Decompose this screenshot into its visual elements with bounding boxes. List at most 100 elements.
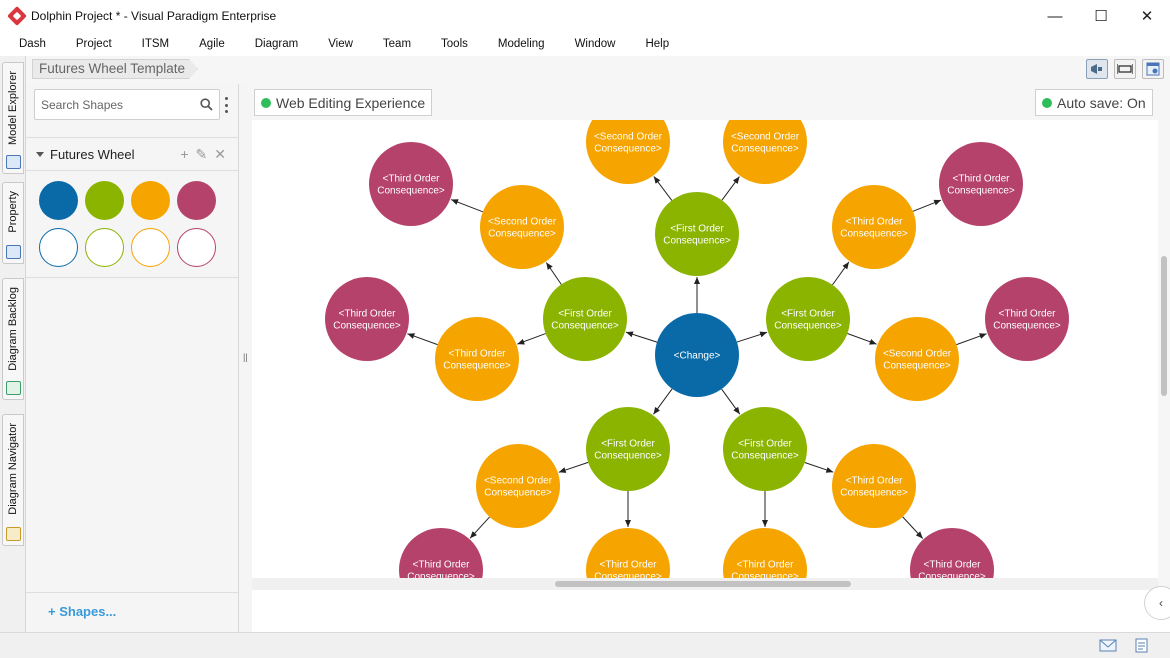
connector-arrow[interactable] xyxy=(832,261,850,286)
connector-arrow[interactable] xyxy=(469,516,490,539)
autosave-badge[interactable]: Auto save: On xyxy=(1035,89,1153,116)
remove-group-icon[interactable]: ✕ xyxy=(214,146,226,163)
green-filled-circle-shape[interactable] xyxy=(85,181,124,220)
first-order-node[interactable]: <First OrderConsequence> xyxy=(543,277,627,361)
tab-model-explorer[interactable]: Model Explorer xyxy=(2,62,24,174)
orange-outline-circle-shape[interactable] xyxy=(131,228,170,267)
third-order-node[interactable]: <Third OrderConsequence> xyxy=(435,317,519,401)
group-title: Futures Wheel xyxy=(50,146,135,162)
menu-view[interactable]: View xyxy=(313,38,368,50)
connector-arrow[interactable] xyxy=(847,332,877,345)
more-shapes-link[interactable]: + Shapes... xyxy=(48,604,116,619)
third-order-node[interactable]: <Third OrderConsequence> xyxy=(369,142,453,226)
menu-tools[interactable]: Tools xyxy=(426,38,483,50)
search-icon[interactable] xyxy=(200,98,213,111)
second-order-node[interactable]: <Second OrderConsequence> xyxy=(480,185,564,269)
panel-divider xyxy=(26,170,238,171)
tab-diagram-navigator[interactable]: Diagram Navigator xyxy=(2,414,24,546)
vertical-scrollbar[interactable] xyxy=(1158,120,1170,590)
futures-wheel-group-header[interactable]: Futures Wheel + ✎ ✕ xyxy=(26,140,238,168)
blue-outline-circle-shape[interactable] xyxy=(39,228,78,267)
close-button[interactable]: ✕ xyxy=(1124,0,1170,32)
add-shape-icon[interactable]: + xyxy=(180,146,188,163)
notes-icon[interactable] xyxy=(1133,638,1151,653)
magenta-outline-circle-shape[interactable] xyxy=(177,228,216,267)
breadcrumb[interactable]: Futures Wheel Template xyxy=(32,59,198,79)
connector-arrow[interactable] xyxy=(653,388,673,415)
search-shapes-input[interactable] xyxy=(41,90,191,119)
first-order-node[interactable]: <First OrderConsequence> xyxy=(723,407,807,491)
splitter-grip-icon[interactable]: || xyxy=(243,352,248,362)
menu-modeling[interactable]: Modeling xyxy=(483,38,560,50)
window-title: Dolphin Project * - Visual Paradigm Ente… xyxy=(31,9,277,23)
connector-arrow[interactable] xyxy=(804,462,834,473)
horizontal-scrollbar[interactable] xyxy=(252,578,1160,590)
fit-diagram-icon[interactable] xyxy=(1114,59,1136,79)
third-order-node[interactable]: <Third OrderConsequence> xyxy=(939,142,1023,226)
node-circle[interactable] xyxy=(399,528,483,578)
second-order-node[interactable]: <Second OrderConsequence> xyxy=(586,120,670,184)
menu-dash[interactable]: Dash xyxy=(4,38,61,50)
third-order-node[interactable]: <Third OrderConsequence> xyxy=(399,528,483,578)
connector-arrow[interactable] xyxy=(902,516,924,539)
connector-arrow[interactable] xyxy=(721,176,740,201)
connector-arrow[interactable] xyxy=(625,331,658,343)
first-order-node[interactable]: <First OrderConsequence> xyxy=(586,407,670,491)
second-order-node[interactable]: <Second OrderConsequence> xyxy=(723,120,807,184)
center-node[interactable]: <Change> xyxy=(655,313,739,397)
third-order-node[interactable]: <Third OrderConsequence> xyxy=(325,277,409,361)
blue-filled-circle-shape[interactable] xyxy=(39,181,78,220)
connector-arrow[interactable] xyxy=(545,262,562,285)
menu-diagram[interactable]: Diagram xyxy=(240,38,313,50)
collapse-caret-icon[interactable] xyxy=(36,151,44,157)
futures-wheel-diagram[interactable]: <Change> <First OrderConsequence> <First O… xyxy=(252,120,1158,578)
diagram-canvas[interactable]: Web Editing Experience Auto save: On <Ch… xyxy=(252,84,1170,632)
third-order-node[interactable]: <Third OrderConsequence> xyxy=(723,528,807,578)
web-editing-badge[interactable]: Web Editing Experience xyxy=(254,89,433,116)
status-bar xyxy=(0,632,1170,658)
node-circle[interactable] xyxy=(723,528,807,578)
first-order-node[interactable]: <First OrderConsequence> xyxy=(766,277,850,361)
edit-group-icon[interactable]: ✎ xyxy=(196,146,208,163)
menu-team[interactable]: Team xyxy=(368,38,426,50)
third-order-node[interactable]: <Third OrderConsequence> xyxy=(832,185,916,269)
tab-property[interactable]: Property xyxy=(2,182,24,264)
third-order-node[interactable]: <Third OrderConsequence> xyxy=(832,444,916,528)
connector-arrow[interactable] xyxy=(912,199,942,212)
minimize-button[interactable]: — xyxy=(1032,0,1078,32)
second-order-node[interactable]: <Second OrderConsequence> xyxy=(476,444,560,528)
second-order-node[interactable]: <Second OrderConsequence> xyxy=(875,317,959,401)
menu-project[interactable]: Project xyxy=(61,38,127,50)
horizontal-scroll-thumb[interactable] xyxy=(555,581,851,587)
first-order-node[interactable]: <First OrderConsequence> xyxy=(655,192,739,276)
menu-itsm[interactable]: ITSM xyxy=(127,38,184,50)
panel-splitter[interactable]: || xyxy=(239,84,252,632)
more-options-icon[interactable] xyxy=(225,97,229,113)
menu-help[interactable]: Help xyxy=(630,38,684,50)
connector-arrow[interactable] xyxy=(558,461,589,473)
connector-arrow[interactable] xyxy=(721,388,741,415)
collapse-panel-button[interactable]: ‹ xyxy=(1144,586,1170,620)
connector-arrow[interactable] xyxy=(517,333,546,345)
connector-arrow[interactable] xyxy=(407,333,438,346)
third-order-node[interactable]: <Third OrderConsequence> xyxy=(586,528,670,578)
node-circle[interactable] xyxy=(586,528,670,578)
node-circle[interactable] xyxy=(910,528,994,578)
green-outline-circle-shape[interactable] xyxy=(85,228,124,267)
third-order-node[interactable]: <Third OrderConsequence> xyxy=(910,528,994,578)
vertical-scroll-thumb[interactable] xyxy=(1161,256,1167,396)
connector-arrow[interactable] xyxy=(450,199,484,213)
connector-arrow[interactable] xyxy=(736,331,768,343)
connector-arrow[interactable] xyxy=(956,333,987,346)
maximize-button[interactable]: ☐ xyxy=(1078,0,1124,32)
menu-window[interactable]: Window xyxy=(560,38,631,50)
magenta-filled-circle-shape[interactable] xyxy=(177,181,216,220)
mail-icon[interactable] xyxy=(1099,638,1117,653)
menu-agile[interactable]: Agile xyxy=(184,38,240,50)
orange-filled-circle-shape[interactable] xyxy=(131,181,170,220)
connector-arrow[interactable] xyxy=(653,176,673,201)
third-order-node[interactable]: <Third OrderConsequence> xyxy=(985,277,1069,361)
diagram-settings-icon[interactable] xyxy=(1142,59,1164,79)
tab-diagram-backlog[interactable]: Diagram Backlog xyxy=(2,278,24,400)
megaphone-icon[interactable] xyxy=(1086,59,1108,79)
